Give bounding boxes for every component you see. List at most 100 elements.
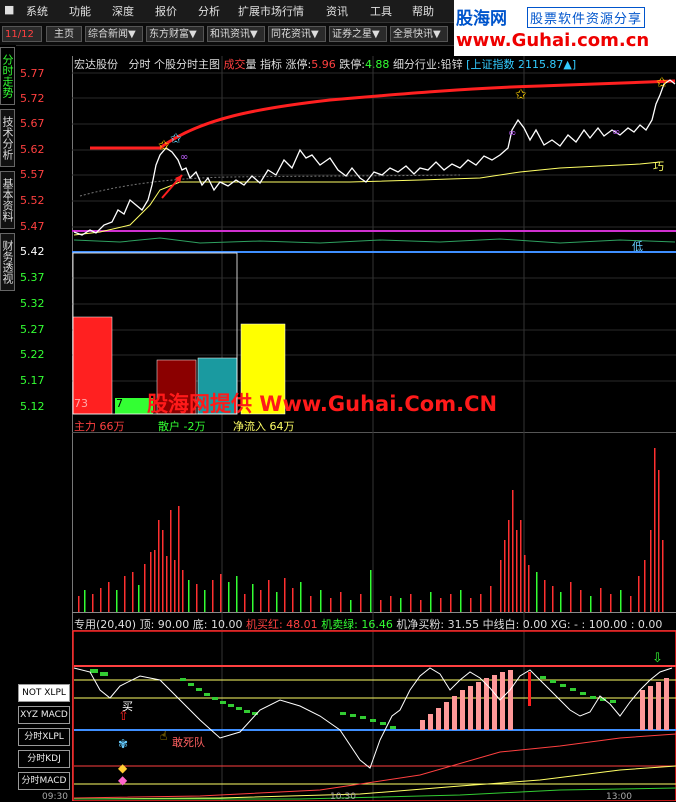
oscillator-line [73, 237, 676, 244]
volume-bar [400, 598, 402, 612]
indicator-switch-xlpl[interactable]: 分时XLPL [18, 728, 70, 746]
flow-small-bar-value: 7 [116, 397, 123, 410]
volume-bar [276, 592, 278, 612]
volume-bar [92, 594, 94, 612]
indicator-header: 专用(20,40) 顶: 90.00 底: 10.00 机买红: 48.01 机… [74, 616, 662, 632]
volume-bar [360, 594, 362, 612]
price-grid [72, 72, 676, 382]
net-inflow-label: 净流入 64万 [233, 420, 295, 433]
annotation-cross: 巧 [653, 160, 664, 173]
volume-bar [84, 590, 86, 612]
volume-bar [390, 596, 392, 612]
gem-icon: ◆ [118, 773, 128, 787]
volume-bar [292, 588, 294, 612]
volume-bars [78, 448, 664, 612]
volume-bar [116, 590, 118, 612]
volume-bar [310, 596, 312, 612]
volume-bar [570, 582, 572, 612]
volume-bar [650, 530, 652, 612]
indicator-switch-not-xlpl[interactable]: NOT XLPL [18, 684, 70, 702]
volume-bar [166, 556, 168, 612]
red-signal-bar [528, 672, 531, 706]
indicator-yellow-line [73, 765, 676, 800]
indicator-bottom: 底: 10.00 [192, 618, 243, 631]
indicator-mid-white: 中线白: 0.00 [482, 618, 548, 631]
annotation-dead-queue: 敢死队 [172, 736, 205, 749]
indicator-net-buy: 机净买粉: 31.55 [396, 618, 480, 631]
volume-bar [470, 598, 472, 612]
volume-bar [508, 520, 510, 612]
indicator-green-line [74, 787, 676, 800]
star-icon: ✩ [656, 75, 668, 91]
volume-bar [108, 582, 110, 612]
volume-bar [170, 510, 172, 612]
annotation-low: 低 [632, 240, 643, 253]
volume-bar [182, 570, 184, 612]
volume-bar [440, 598, 442, 612]
volume-bar [204, 590, 206, 612]
volume-bar [138, 585, 140, 612]
volume-bar [236, 576, 238, 612]
volume-bar [144, 564, 146, 612]
volume-bar [154, 550, 156, 612]
volume-bar [630, 596, 632, 612]
volume-bar [260, 590, 262, 612]
volume-bar [212, 580, 214, 612]
volume-bar [536, 572, 538, 612]
indicator-switch-kdj[interactable]: 分时KDJ [18, 750, 70, 768]
volume-bar [658, 470, 660, 612]
volume-bar [370, 570, 372, 612]
volume-bar [500, 560, 502, 612]
volume-bar [188, 580, 190, 612]
annotation-buy: 买 [122, 700, 133, 713]
volume-bar [524, 555, 526, 612]
retail-label: 散户 -2万 [158, 420, 206, 433]
star-icon: ✩ [158, 138, 170, 154]
momentum-blocks [90, 669, 616, 729]
star-icon: ✩ [170, 131, 182, 147]
volume-bar [178, 506, 180, 612]
volume-bar [512, 490, 514, 612]
indicator-box [72, 630, 676, 801]
volume-bar [300, 582, 302, 612]
volume-bar [654, 448, 656, 612]
volume-bar [516, 530, 518, 612]
volume-bar [520, 520, 522, 612]
pattern-marker-icon: ∞ [508, 128, 516, 139]
volume-bar [504, 540, 506, 612]
main-force-label: 主力 66万 [74, 420, 125, 433]
pattern-marker-icon: ∞ [180, 152, 188, 163]
volume-bar [420, 600, 422, 612]
volume-bar [580, 590, 582, 612]
volume-bar [552, 586, 554, 612]
star-icon: ✩ [515, 87, 527, 103]
lower-trend-line [79, 174, 461, 197]
volume-bar [528, 565, 530, 612]
price-line [73, 79, 676, 236]
indicator-xg: XG: - : 100.00 : 0.00 [550, 618, 663, 631]
volume-bar [284, 578, 286, 612]
volume-bar [320, 590, 322, 612]
volume-bar [350, 600, 352, 612]
volume-bar [410, 594, 412, 612]
indicator-switch-macd[interactable]: 分时MACD [18, 772, 70, 790]
indicator-switch-xyz-macd[interactable]: XYZ MACD [18, 706, 70, 724]
volume-bar [158, 520, 160, 612]
average-price-line [73, 161, 661, 236]
indicator-buy-red: 机买红: 48.01 [245, 618, 318, 631]
volume-bar [644, 560, 646, 612]
indicator-top: 顶: 90.00 [139, 618, 190, 631]
indicator-name[interactable]: 专用(20,40) [74, 618, 136, 631]
butterfly-icon: ✾ [118, 737, 128, 751]
volume-bar [590, 596, 592, 612]
volume-bar [490, 586, 492, 612]
volume-bar [124, 576, 126, 612]
volume-bar [78, 596, 80, 612]
volume-bar [662, 540, 664, 612]
volume-bar [220, 574, 222, 612]
volume-bar [460, 590, 462, 612]
pattern-marker-icon: ∞ [612, 127, 620, 138]
hand-pointer-icon: ☝ [160, 729, 167, 743]
sell-arrow-icon: ⇩ [652, 651, 663, 666]
volume-bar [150, 552, 152, 612]
